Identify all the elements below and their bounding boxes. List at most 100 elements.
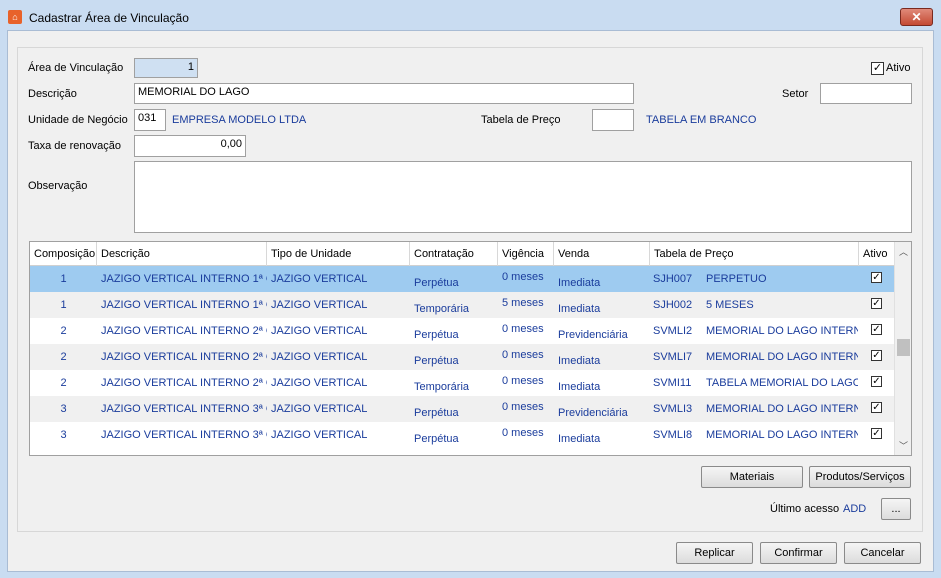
- observacao-field[interactable]: [134, 161, 912, 233]
- cell-vig: 0 meses: [502, 349, 544, 361]
- cell-tipo: JAZIGO VERTICAL: [271, 299, 368, 311]
- col-vigencia[interactable]: Vigência: [498, 242, 554, 266]
- cell-tab-name: 5 MESES: [706, 299, 754, 311]
- row-ativo-checkbox[interactable]: ✓: [871, 298, 882, 309]
- grid-scrollbar[interactable]: ︿ ﹀: [894, 242, 911, 455]
- row-ativo-checkbox[interactable]: ✓: [871, 324, 882, 335]
- setor-field[interactable]: [820, 83, 912, 104]
- cell-contr: Temporária: [414, 303, 470, 315]
- col-descricao[interactable]: Descrição: [97, 242, 267, 266]
- observacao-label: Observação: [28, 180, 88, 192]
- cell-tab-code: SVMI11: [653, 377, 692, 389]
- ultimo-acesso-label: Último acesso: [770, 503, 840, 515]
- cell-vig: 0 meses: [502, 427, 544, 439]
- unidade-name: EMPRESA MODELO LTDA: [172, 114, 307, 126]
- materiais-button[interactable]: Materiais: [701, 466, 803, 488]
- cell-contr: Perpétua: [414, 329, 459, 341]
- cell-tipo: JAZIGO VERTICAL: [271, 325, 368, 337]
- row-ativo-checkbox[interactable]: ✓: [871, 402, 882, 413]
- cell-comp: 1: [60, 299, 67, 311]
- table-row[interactable]: 3 JAZIGO VERTICAL INTERNO 3ª OF JAZIGO VER…: [30, 396, 894, 422]
- ativo-checkbox[interactable]: ✓: [871, 62, 884, 75]
- cell-venda: Imediata: [558, 277, 601, 289]
- cell-tab-code: SVMLI8: [653, 429, 693, 441]
- cell-tipo: JAZIGO VERTICAL: [271, 351, 368, 363]
- cancelar-button[interactable]: Cancelar: [844, 542, 921, 564]
- cell-vig: 0 meses: [502, 375, 544, 387]
- setor-label: Setor: [782, 88, 809, 100]
- descricao-label: Descrição: [28, 88, 77, 100]
- cell-desc: JAZIGO VERTICAL INTERNO 1ª OF: [101, 273, 267, 285]
- cell-vig: 0 meses: [502, 271, 544, 283]
- cell-venda: Imediata: [558, 355, 601, 367]
- ellipsis-button[interactable]: ...: [881, 498, 911, 520]
- window-title: Cadastrar Área de Vinculação: [29, 11, 189, 25]
- table-row[interactable]: 1 JAZIGO VERTICAL INTERNO 1ª OF JAZIGO VER…: [30, 266, 894, 292]
- cell-venda: Previdenciária: [558, 329, 628, 341]
- table-row[interactable]: 3 JAZIGO VERTICAL INTERNO 3ª OF JAZIGO VER…: [30, 422, 894, 448]
- cell-contr: Temporária: [414, 381, 470, 393]
- scroll-thumb[interactable]: [897, 339, 910, 356]
- col-venda[interactable]: Venda: [554, 242, 650, 266]
- cell-comp: 1: [60, 273, 67, 285]
- cell-desc: JAZIGO VERTICAL INTERNO 3ª OF: [101, 403, 267, 415]
- cell-desc: JAZIGO VERTICAL INTERNO 2ª OF: [101, 377, 267, 389]
- tabela-name: TABELA EM BRANCO: [646, 114, 757, 126]
- scroll-up-icon[interactable]: ︿: [895, 244, 911, 261]
- cell-tab-code: SJH002: [653, 299, 693, 311]
- cell-tipo: JAZIGO VERTICAL: [271, 273, 368, 285]
- cell-comp: 3: [60, 403, 67, 415]
- taxa-label: Taxa de renovação: [28, 140, 121, 152]
- cell-venda: Imediata: [558, 433, 601, 445]
- row-ativo-checkbox[interactable]: ✓: [871, 428, 882, 439]
- cell-tab-name: MEMORIAL DO LAGO INTERNO: [706, 429, 858, 441]
- row-ativo-checkbox[interactable]: ✓: [871, 376, 882, 387]
- taxa-field[interactable]: 0,00: [134, 135, 246, 157]
- cell-comp: 2: [60, 377, 67, 389]
- table-row[interactable]: 2 JAZIGO VERTICAL INTERNO 2ª OF JAZIGO VER…: [30, 318, 894, 344]
- cell-tipo: JAZIGO VERTICAL: [271, 429, 368, 441]
- cell-tab-name: TABELA MEMORIAL DO LAGO IN: [706, 377, 858, 389]
- cell-tab-name: PERPETUO: [706, 273, 767, 285]
- cell-contr: Perpétua: [414, 407, 459, 419]
- grid-header: Composição Descrição Tipo de Unidade Con…: [30, 242, 894, 266]
- cell-tab-code: SVMLI2: [653, 325, 693, 337]
- cell-contr: Perpétua: [414, 355, 459, 367]
- unidade-code-field[interactable]: 031: [134, 109, 166, 131]
- table-row[interactable]: 1 JAZIGO VERTICAL INTERNO 1ª OF JAZIGO VER…: [30, 292, 894, 318]
- scroll-down-icon[interactable]: ﹀: [895, 438, 911, 455]
- cell-desc: JAZIGO VERTICAL INTERNO 3ª OF: [101, 429, 267, 441]
- produtos-servicos-button[interactable]: Produtos/Serviços: [809, 466, 911, 488]
- row-ativo-checkbox[interactable]: ✓: [871, 272, 882, 283]
- cell-desc: JAZIGO VERTICAL INTERNO 2ª OF: [101, 351, 267, 363]
- cell-tab-code: SVMLI3: [653, 403, 693, 415]
- cell-desc: JAZIGO VERTICAL INTERNO 2ª OF: [101, 325, 267, 337]
- col-tipo-unidade[interactable]: Tipo de Unidade: [267, 242, 410, 266]
- col-ativo[interactable]: Ativo: [859, 242, 894, 266]
- close-button[interactable]: ✕: [900, 8, 933, 26]
- cell-contr: Perpétua: [414, 433, 459, 445]
- col-contratacao[interactable]: Contratação: [410, 242, 498, 266]
- table-row[interactable]: 2 JAZIGO VERTICAL INTERNO 2ª OF JAZIGO VER…: [30, 344, 894, 370]
- cell-tab-code: SVMLI7: [653, 351, 693, 363]
- descricao-field[interactable]: MEMORIAL DO LAGO: [134, 83, 634, 104]
- cell-tipo: JAZIGO VERTICAL: [271, 377, 368, 389]
- cell-comp: 2: [60, 351, 67, 363]
- cell-desc: JAZIGO VERTICAL INTERNO 1ª OF: [101, 299, 267, 311]
- cell-tab-name: MEMORIAL DO LAGO INTERNO: [706, 325, 858, 337]
- composicao-grid[interactable]: Composição Descrição Tipo de Unidade Con…: [29, 241, 912, 456]
- app-logo-icon: ⌂: [8, 10, 22, 24]
- confirmar-button[interactable]: Confirmar: [760, 542, 837, 564]
- cell-tipo: JAZIGO VERTICAL: [271, 403, 368, 415]
- replicar-button[interactable]: Replicar: [676, 542, 753, 564]
- cell-tab-code: SJH007: [653, 273, 693, 285]
- area-field[interactable]: 1: [134, 58, 198, 78]
- cell-tab-name: MEMORIAL DO LAGO INTERNO: [706, 403, 858, 415]
- cell-vig: 0 meses: [502, 323, 544, 335]
- row-ativo-checkbox[interactable]: ✓: [871, 350, 882, 361]
- table-row[interactable]: 2 JAZIGO VERTICAL INTERNO 2ª OF JAZIGO VER…: [30, 370, 894, 396]
- col-composicao[interactable]: Composição: [30, 242, 97, 266]
- col-tabela-preco[interactable]: Tabela de Preço: [650, 242, 859, 266]
- tabela-code-field[interactable]: [592, 109, 634, 131]
- unidade-label: Unidade de Negócio: [28, 114, 128, 126]
